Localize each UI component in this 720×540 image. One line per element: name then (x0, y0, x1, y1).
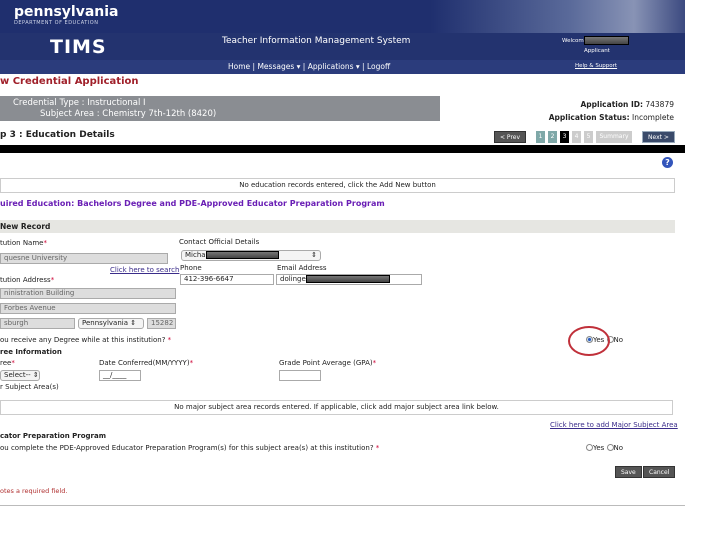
institution-address-label: tution Address* (0, 276, 55, 284)
contact-official-label: Contact Official Details (179, 238, 260, 246)
state-select[interactable]: Pennsylvania ⇕ (78, 318, 144, 329)
phone-field[interactable]: 412-396-6647 (180, 274, 274, 285)
date-conferred-label: Date Conferred(MM/YYYY)* (99, 359, 194, 367)
city-field[interactable]: sburgh (0, 318, 75, 329)
step-3-current: 3 (560, 131, 569, 143)
system-name: Teacher Information Management System (222, 36, 411, 46)
annotation-circle (568, 326, 610, 356)
required-education-heading: uired Education: Bachelors Degree and PD… (0, 199, 385, 208)
application-id: 743879 (645, 100, 674, 109)
pa-logo-title: pennsylvania (14, 4, 119, 20)
institution-name-field[interactable]: quesne University (0, 253, 168, 264)
gpa-label: Grade Point Average (GPA)* (279, 359, 377, 367)
step-summary: Summary (596, 131, 632, 143)
divider-bar (0, 145, 685, 153)
degree-label: ree* (0, 359, 15, 367)
prep-program-question: ou complete the PDE-Approved Educator Pr… (0, 444, 380, 452)
prep-program-heading: cator Preparation Program (0, 432, 107, 440)
step-1[interactable]: 1 (536, 131, 545, 143)
save-button[interactable]: Save (615, 466, 642, 478)
cancel-button[interactable]: Cancel (643, 466, 676, 478)
institution-name-label: tution Name* (0, 239, 47, 247)
new-record-band: New Record (0, 220, 675, 233)
prep-yes-radio[interactable] (586, 444, 593, 451)
email-label: Email Address (277, 264, 327, 272)
prev-button[interactable]: < Prev (494, 131, 527, 143)
contact-official-select[interactable]: Micha ⇕ (181, 250, 321, 261)
gpa-field[interactable] (279, 370, 321, 381)
required-field-note: otes a required field. (0, 487, 68, 495)
page-title: w Credential Application (0, 76, 139, 87)
step-5: 5 (584, 131, 593, 143)
prep-radio-group: Yes No (586, 444, 623, 452)
address-line2-field[interactable]: Forbes Avenue (0, 303, 176, 314)
footer-divider (0, 505, 685, 506)
welcome-text: Welcom (562, 36, 629, 45)
next-button[interactable]: Next > (642, 131, 675, 143)
phone-label: Phone (180, 264, 202, 272)
nav-applications[interactable]: Applications (308, 62, 354, 71)
app-logo: TIMS (50, 36, 107, 58)
major-subject-empty: No major subject area records entered. I… (0, 400, 673, 415)
address-line1-field[interactable]: ninistration Building (0, 288, 176, 299)
step-2[interactable]: 2 (548, 131, 557, 143)
email-field[interactable]: dolinge (276, 274, 422, 285)
add-major-subject-link[interactable]: Click here to add Major Subject Area (550, 421, 678, 429)
help-icon[interactable]: ? (662, 157, 673, 168)
education-records-empty: No education records entered, click the … (0, 178, 675, 193)
major-subject-label: r Subject Area(s) (0, 383, 59, 391)
pa-logo-subtitle: DEPARTMENT OF EDUCATION (14, 20, 99, 26)
help-support-link[interactable]: Help & Support (575, 63, 617, 69)
degree-select[interactable]: Select-- ⇕ (0, 370, 40, 381)
application-info: Application ID: 743879 Application Statu… (548, 100, 674, 122)
nav-messages[interactable]: Messages (257, 62, 294, 71)
zip-field[interactable]: 15282 (147, 318, 176, 329)
prep-no-radio[interactable] (606, 444, 614, 451)
nav-home[interactable]: Home (228, 62, 250, 71)
degree-info-heading: ree Information (0, 348, 62, 356)
main-nav: Home | Messages ▾ | Applications ▾ | Log… (228, 62, 391, 71)
step-title: p 3 : Education Details (0, 130, 115, 140)
step-4: 4 (572, 131, 581, 143)
date-conferred-field[interactable]: __/____ (99, 370, 141, 381)
degree-question: ou receive any Degree while at this inst… (0, 336, 172, 344)
search-institution-link[interactable]: Click here to search (110, 266, 179, 274)
user-role: Applicant (584, 48, 610, 54)
application-status: Incomplete (632, 113, 674, 122)
nav-logoff[interactable]: Logoff (367, 62, 390, 71)
credential-summary: Credential Type : Instructional I Subjec… (0, 96, 440, 121)
credential-type: Credential Type : Instructional I (13, 98, 146, 108)
subject-area: Subject Area : Chemistry 7th-12th (8420) (40, 109, 217, 119)
